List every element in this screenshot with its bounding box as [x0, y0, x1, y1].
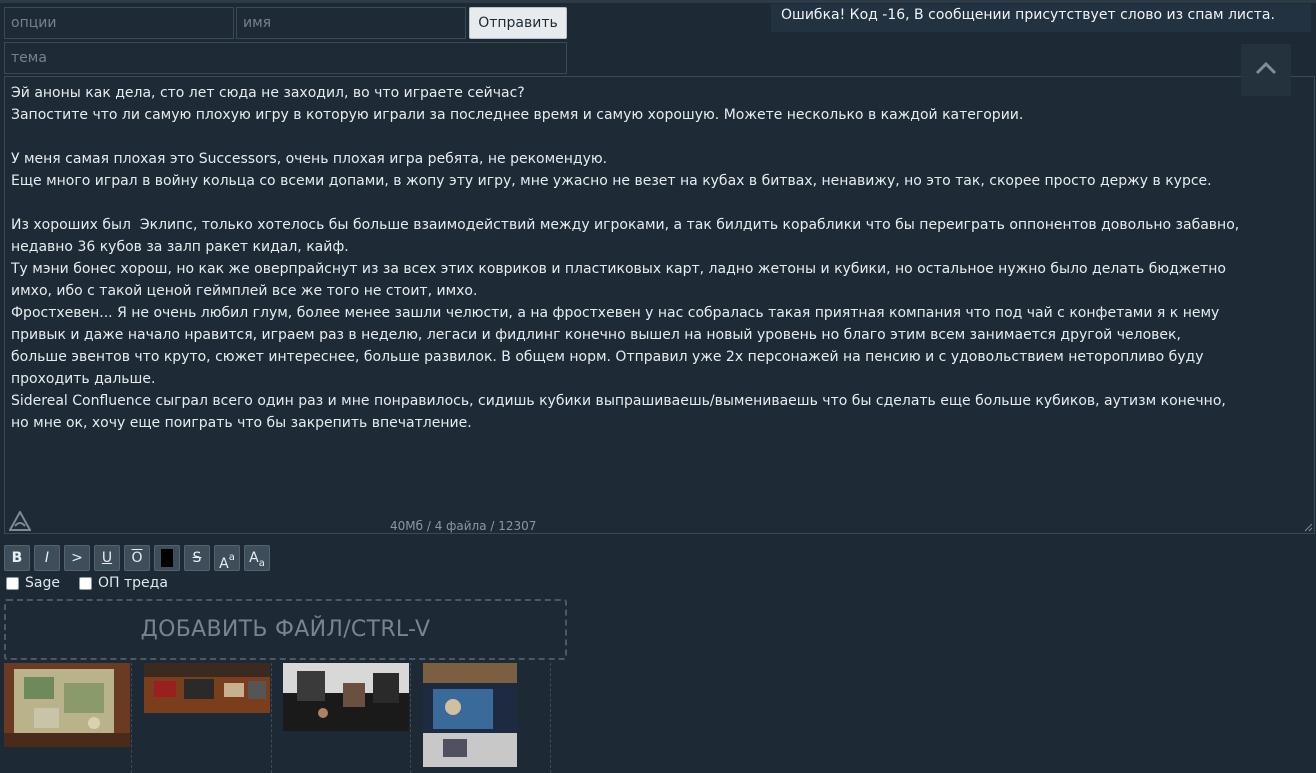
bold-button[interactable]: B — [4, 545, 30, 571]
name-input[interactable] — [236, 7, 466, 39]
op-checkbox[interactable]: ОП треда — [79, 575, 168, 591]
superscript-small: a — [228, 552, 235, 563]
file-thumbnail-3[interactable] — [283, 663, 411, 773]
thumbnail-image-3 — [283, 663, 409, 731]
superscript-button[interactable]: Aa — [214, 545, 240, 572]
message-textarea[interactable]: Эй аноны как дела, сто лет сюда не заход… — [4, 76, 1315, 534]
file-dropzone[interactable]: ДОБАВИТЬ ФАЙЛ/CTRL-V — [4, 599, 567, 660]
scroll-up-button[interactable] — [1241, 44, 1291, 96]
file-thumbnail-4[interactable] — [423, 663, 551, 773]
spoiler-block-icon — [161, 549, 173, 567]
overline-button[interactable]: O — [124, 545, 150, 571]
spoiler-button[interactable] — [154, 545, 180, 571]
sage-label: Sage — [25, 575, 60, 591]
subject-input[interactable] — [4, 42, 567, 74]
thumbnail-image-2 — [144, 663, 270, 713]
thumbnail-image-4 — [423, 663, 517, 767]
resize-grip-icon[interactable] — [1303, 522, 1313, 532]
strike-button[interactable]: S — [184, 545, 210, 571]
thumbnail-image-1 — [4, 663, 130, 747]
underline-button[interactable]: U — [94, 545, 120, 571]
italic-button[interactable]: I — [34, 545, 60, 571]
top-border — [0, 0, 1316, 3]
message-text[interactable]: Эй аноны как дела, сто лет сюда не заход… — [11, 82, 1311, 434]
sage-checkbox-box[interactable] — [6, 576, 19, 590]
op-checkbox-box[interactable] — [79, 576, 92, 590]
file-thumbnail-1[interactable] — [4, 663, 132, 773]
file-thumbnail-2[interactable] — [144, 663, 272, 773]
subscript-big: A — [249, 550, 259, 566]
subscript-small: a — [258, 558, 265, 569]
sage-checkbox[interactable]: Sage — [6, 575, 60, 591]
op-label: ОП треда — [98, 575, 168, 591]
error-message: Ошибка! Код -16, В сообщении присутствуе… — [771, 4, 1311, 32]
subscript-button[interactable]: Aa — [244, 545, 270, 571]
quote-button[interactable]: > — [64, 545, 90, 571]
options-input[interactable] — [4, 7, 234, 39]
superscript-big: A — [219, 556, 229, 572]
send-button[interactable]: Отправить — [469, 7, 567, 39]
chevron-up-icon — [1255, 61, 1277, 75]
triangle-logo-icon[interactable] — [9, 511, 31, 531]
upload-limits: 40Мб / 4 файла / 12307 — [390, 519, 537, 533]
